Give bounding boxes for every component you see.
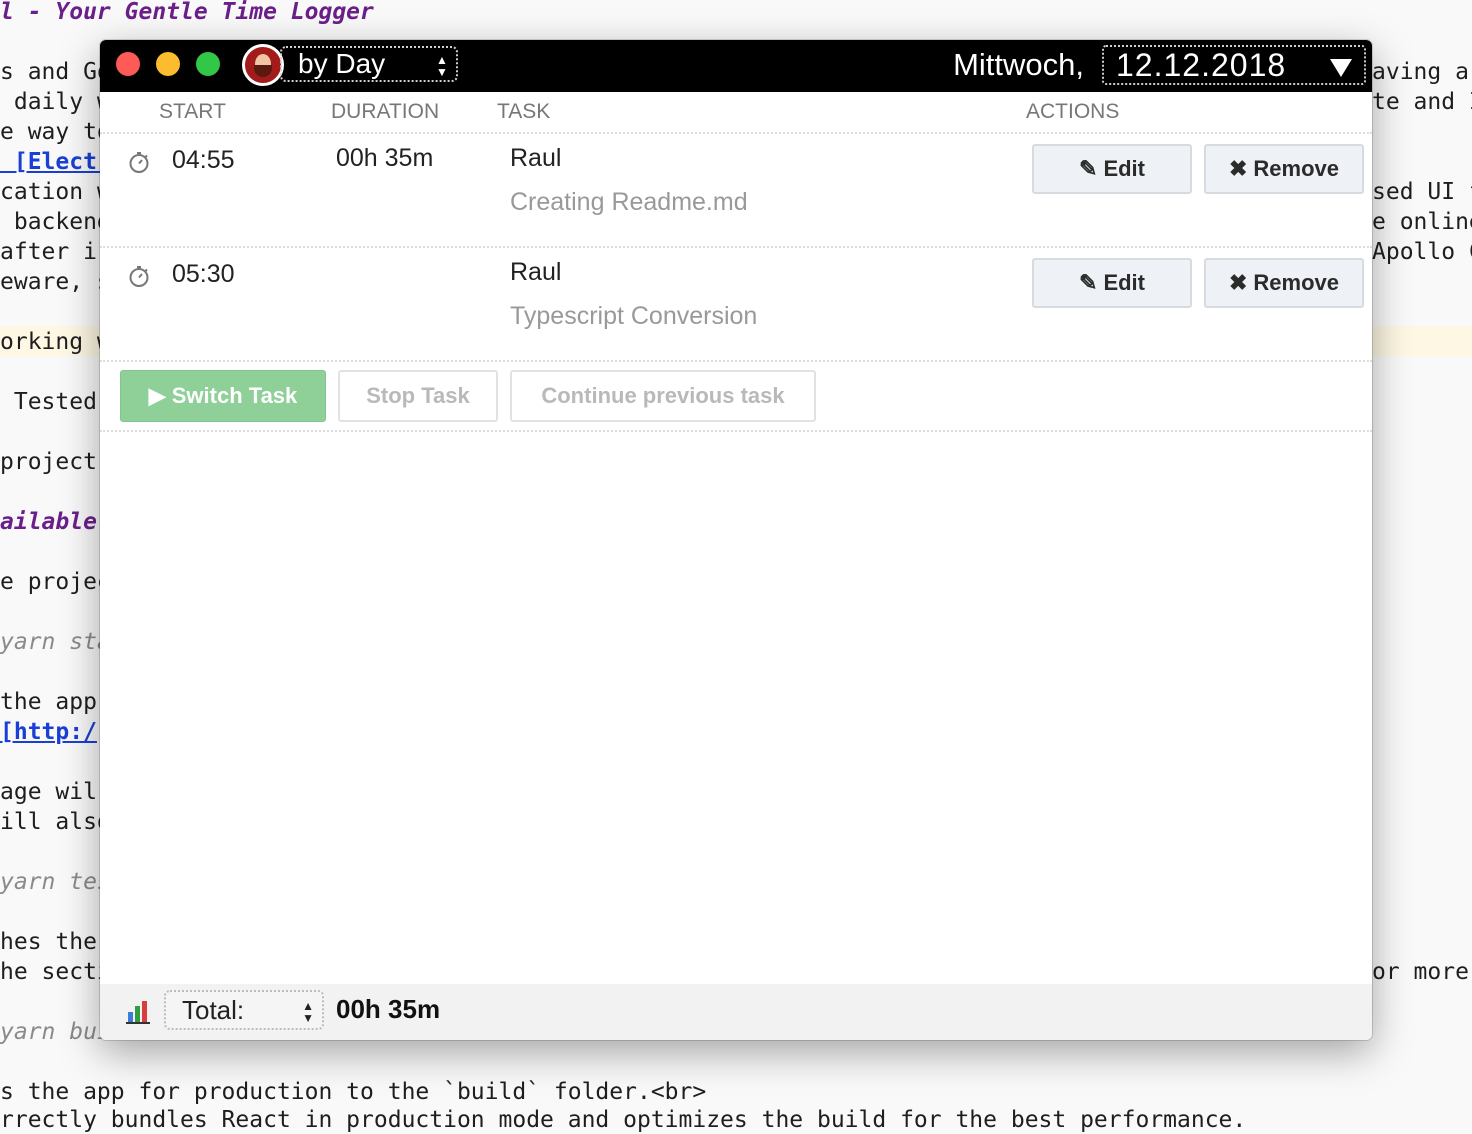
editor-line: orking w <box>0 329 111 355</box>
title-bar[interactable]: by Day ▲ ▼ Mittwoch, 12.12.2018 <box>100 40 1372 92</box>
user-avatar[interactable] <box>242 44 284 86</box>
editor-line: the app <box>0 689 97 715</box>
entry-description: Creating Readme.md <box>510 188 748 216</box>
view-mode-select[interactable]: by Day ▲ ▼ <box>280 46 458 82</box>
editor-line: aving a <box>1372 59 1469 85</box>
total-period-value: Total: <box>182 995 245 1025</box>
editor-line: yarn sta <box>0 629 111 655</box>
stopwatch-icon <box>129 152 149 173</box>
up-down-arrows-icon: ▲ ▼ <box>436 53 448 79</box>
entry-duration: 00h 35m <box>336 144 434 172</box>
editor-line: Tested <box>0 389 97 415</box>
row-divider <box>100 246 1372 248</box>
entry-project: Raul <box>510 258 562 286</box>
remove-entry-button[interactable]: ✖ Remove <box>1204 258 1364 308</box>
close-window-button[interactable] <box>116 52 140 76</box>
editor-line: yarn tes <box>0 869 111 895</box>
editor-line: e projec <box>0 569 111 595</box>
maximize-window-button[interactable] <box>196 52 220 76</box>
editor-line: cation w <box>0 179 111 205</box>
stopwatch-icon <box>129 266 149 287</box>
editor-link[interactable]: [Electr <box>0 148 111 176</box>
editor-line: s and Go <box>0 59 111 85</box>
entry-start-time: 04:55 <box>172 146 235 174</box>
entry-description: Typescript Conversion <box>510 302 758 330</box>
editor-link[interactable]: [http:/ <box>0 718 97 746</box>
editor-line: te and I <box>1372 89 1472 115</box>
editor-line: backend <box>0 209 111 235</box>
total-period-select[interactable]: Total: ▲ ▼ <box>164 990 324 1030</box>
editor-line: he secti <box>0 959 111 985</box>
up-down-arrows-icon: ▲ ▼ <box>302 999 314 1025</box>
editor-line: rrectly bundles React in production mode… <box>0 1107 1247 1133</box>
editor-line: project <box>0 449 97 475</box>
cross-icon: ✖ <box>1228 270 1248 295</box>
editor-line: e online <box>1372 209 1472 235</box>
editor-line: eware, s <box>0 269 111 295</box>
play-icon: ▶ <box>148 383 166 408</box>
editor-line: ill also <box>0 809 111 835</box>
column-header-start: START <box>159 100 226 123</box>
column-header-duration: DURATION <box>331 100 440 123</box>
date-value: 12.12.2018 <box>1116 47 1287 83</box>
chevron-down-icon <box>1330 59 1352 77</box>
edit-entry-button[interactable]: ✎ Edit <box>1032 144 1192 194</box>
switch-task-button[interactable]: ▶ Switch Task <box>120 370 326 422</box>
column-header-actions: ACTIONS <box>1026 100 1120 123</box>
editor-line: sed UI f <box>1372 179 1472 205</box>
editor-line: e way to <box>0 119 111 145</box>
continue-previous-task-button[interactable]: Continue previous task <box>510 370 816 422</box>
total-duration: 00h 35m <box>336 994 441 1024</box>
entry-project: Raul <box>510 144 562 172</box>
bar-chart-icon[interactable] <box>126 998 150 1024</box>
stop-task-button[interactable]: Stop Task <box>338 370 498 422</box>
pencil-icon: ✎ <box>1079 270 1098 295</box>
cross-icon: ✖ <box>1228 156 1248 181</box>
editor-line: daily w <box>0 89 111 115</box>
time-logger-window: by Day ▲ ▼ Mittwoch, 12.12.2018 START DUR… <box>100 40 1372 1040</box>
header-divider <box>100 132 1372 134</box>
editor-line: l - Your Gentle Time Logger <box>0 0 374 25</box>
minimize-window-button[interactable] <box>156 52 180 76</box>
editor-line: ailable <box>0 509 97 535</box>
editor-line: after i <box>0 239 97 265</box>
weekday-label: Mittwoch, <box>953 47 1084 82</box>
pencil-icon: ✎ <box>1079 156 1098 181</box>
column-header-task: TASK <box>497 100 551 123</box>
editor-line: or more <box>1372 959 1469 985</box>
entry-start-time: 05:30 <box>172 260 235 288</box>
editor-line: Apollo C <box>1372 239 1472 265</box>
edit-entry-button[interactable]: ✎ Edit <box>1032 258 1192 308</box>
row-divider <box>100 360 1372 362</box>
view-mode-value: by Day <box>298 48 386 79</box>
editor-line: hes the <box>0 929 97 955</box>
remove-entry-button[interactable]: ✖ Remove <box>1204 144 1364 194</box>
date-select[interactable]: 12.12.2018 <box>1102 45 1366 85</box>
footer-bar: Total: ▲ ▼ 00h 35m <box>100 984 1372 1040</box>
editor-line: s the app for production to the `build` … <box>0 1079 707 1105</box>
controls-divider <box>100 430 1372 432</box>
editor-line: yarn bui <box>0 1019 111 1045</box>
editor-line: age wil <box>0 779 97 805</box>
